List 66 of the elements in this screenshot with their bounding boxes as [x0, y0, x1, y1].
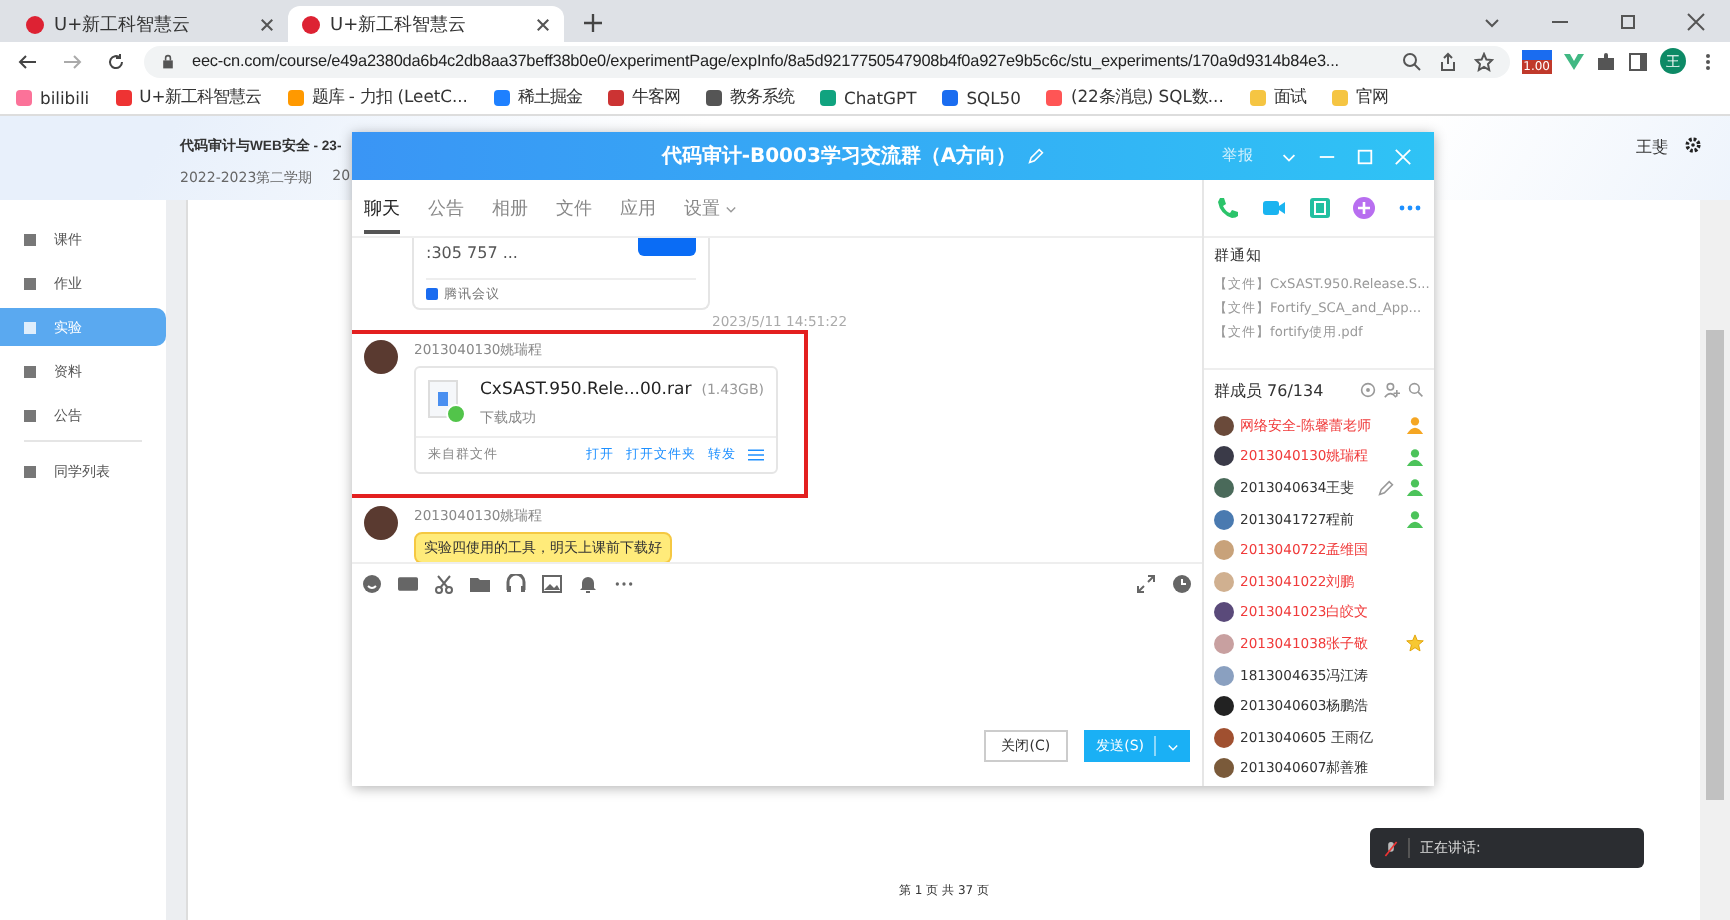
site-icon: [26, 15, 44, 33]
address-bar[interactable]: eec-cn.com/course/e49a2380da6b4c2db8aa37beff38b0e0/experimentPage/expInfo/8a5d9217750547908b4f0a927e9b5c6c/stu_experiments/170a9d9314b84e3...: [144, 45, 1510, 77]
bookmark[interactable]: U+新工科智慧云: [115, 86, 262, 108]
music-icon[interactable]: [506, 574, 526, 594]
back-icon[interactable]: [18, 51, 38, 71]
bookmark[interactable]: 牛客网: [607, 86, 680, 108]
chat-tab[interactable]: 应用: [620, 183, 656, 233]
expand-icon[interactable]: [1136, 574, 1156, 594]
settings-icon[interactable]: [1684, 136, 1702, 154]
restore-icon[interactable]: [1618, 12, 1638, 32]
folder-icon[interactable]: [470, 574, 490, 594]
chat-tab[interactable]: 相册: [492, 183, 528, 233]
reload-icon[interactable]: [106, 51, 126, 71]
avatar[interactable]: [1214, 415, 1234, 436]
file-name: CxSAST.950.Rele...00.rar: [480, 380, 692, 400]
chat-tab[interactable]: 聊天: [364, 183, 400, 233]
bookmark[interactable]: 面试: [1249, 86, 1306, 108]
meeting-text: :305 757 ...: [426, 244, 518, 262]
chat-tab[interactable]: 公告: [428, 183, 464, 233]
avatar[interactable]: [364, 340, 398, 374]
scissors-icon[interactable]: [434, 574, 454, 594]
bookmark[interactable]: 稀土掘金: [493, 86, 582, 108]
avatar[interactable]: [1214, 696, 1234, 717]
lock-icon: [160, 53, 176, 69]
avatar[interactable]: [1214, 477, 1234, 498]
meeting-icon: [426, 288, 438, 300]
browser-tab[interactable]: U+新工科智慧云: [12, 6, 288, 42]
search-icon[interactable]: [1408, 382, 1424, 398]
pencil-icon[interactable]: [1378, 479, 1394, 496]
chat-tab[interactable]: 文件: [556, 183, 592, 233]
sidebar-icon[interactable]: [1628, 51, 1648, 71]
avatar[interactable]: [1214, 446, 1234, 467]
new-tab-icon[interactable]: [584, 14, 602, 32]
user-name[interactable]: 王斐: [1636, 136, 1668, 158]
caret-icon[interactable]: [724, 201, 738, 215]
window-title: 代码审计-B0003学习交流群（A方向）: [661, 142, 1017, 170]
chat-tab[interactable]: 设置: [684, 183, 738, 233]
bookmark[interactable]: 官网: [1331, 86, 1388, 108]
avatar[interactable]: [1214, 758, 1234, 779]
avatar[interactable]: [364, 506, 398, 540]
image-icon[interactable]: [542, 574, 562, 594]
bookmark[interactable]: 题库 - 力扣 (LeetC...: [287, 86, 468, 108]
browser-tab[interactable]: U+新工科智慧云: [288, 6, 564, 42]
close-icon[interactable]: [1686, 12, 1706, 32]
close-icon[interactable]: [260, 17, 274, 31]
bookmark[interactable]: SQL50: [942, 87, 1021, 107]
bookmark[interactable]: bilibili: [16, 87, 90, 107]
muted-microphone-icon: [1384, 839, 1398, 857]
menu-icon[interactable]: [748, 448, 764, 462]
avatar[interactable]: [1214, 602, 1234, 623]
site-icon: [302, 15, 320, 33]
scrollbar[interactable]: [1700, 200, 1730, 920]
emoji-icon[interactable]: [362, 574, 382, 594]
archive-file-icon: [428, 380, 466, 424]
bookmark[interactable]: 教务系统: [705, 86, 794, 108]
bookmark[interactable]: ChatGPT: [819, 87, 917, 107]
zoom-icon[interactable]: [1401, 51, 1422, 71]
star-icon[interactable]: [1473, 51, 1494, 71]
share-icon[interactable]: [1437, 51, 1458, 71]
bookmark[interactable]: (22条消息) SQL数...: [1046, 86, 1224, 108]
add-icon[interactable]: [1352, 196, 1377, 220]
clock-icon[interactable]: [1172, 574, 1192, 594]
add-user-icon[interactable]: [1384, 382, 1400, 398]
close-icon[interactable]: [536, 17, 550, 31]
members-count: 群成员 76/134: [1214, 379, 1324, 401]
bell-icon[interactable]: [578, 574, 598, 594]
